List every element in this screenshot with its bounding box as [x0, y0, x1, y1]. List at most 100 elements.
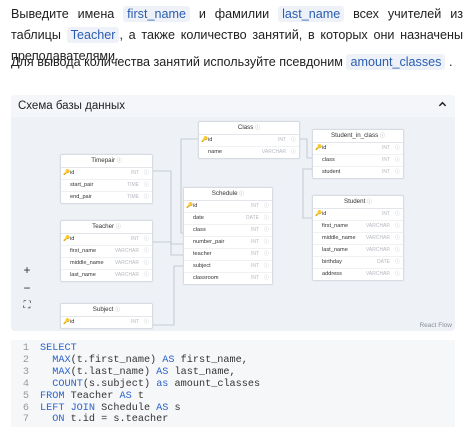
table-row: 🔑 id INT ⓘ — [61, 317, 152, 328]
schema-canvas[interactable]: Class ⓘ 🔑 id INT ⓘ name VARCHAR ⓘ Student_in_… — [11, 117, 455, 331]
table-row: teacher INT ⓘ — [184, 249, 272, 261]
task-text: и фамилии — [198, 7, 270, 21]
table-row: first_name VARCHAR ⓘ — [313, 221, 403, 233]
table-row: 🔑 id INT ⓘ — [199, 135, 299, 147]
table-row: start_pair TIME ⓘ — [61, 180, 152, 192]
line-number: 4 — [22, 378, 29, 390]
code-line[interactable]: SELECT — [40, 343, 77, 354]
key-icon: 🔑 — [201, 137, 208, 143]
task-text: Выведите имена — [11, 7, 115, 21]
sql-keyword: AS — [156, 402, 169, 414]
table-row: class INT ⓘ — [184, 225, 272, 237]
edge-class-student-in-class — [299, 138, 313, 159]
table-row: student INT ⓘ — [322, 169, 400, 175]
line-number: 2 — [22, 354, 29, 366]
table-row: subject INT ⓘ — [184, 261, 272, 273]
table-schedule[interactable]: Schedule ⓘ 🔑 id INT ⓘ date DATE ⓘ class INT ⓘ n… — [183, 187, 273, 285]
chevron-up-icon[interactable] — [438, 95, 447, 117]
sql-keyword: AS — [162, 354, 175, 366]
table-row: classroom INT ⓘ — [193, 275, 269, 281]
task-paragraph-2: Для вывода количества занятий используйт… — [11, 52, 463, 72]
line-number: 6 — [22, 402, 29, 414]
code-line[interactable]: COUNT(s.subject) as amount_classes — [40, 379, 260, 390]
sql-text: t — [131, 390, 144, 402]
sql-keyword: SELECT — [40, 343, 77, 354]
schema-title: Схема базы данных — [18, 100, 125, 112]
table-row: 🔑 id INT ⓘ — [313, 209, 403, 221]
code-line[interactable]: LEFT JOIN Schedule AS s — [40, 403, 181, 414]
sql-text: (t.last_name) — [70, 366, 157, 378]
key-icon: 🔑 — [315, 211, 322, 217]
sql-keyword: AS — [156, 366, 169, 378]
table-title: Student_in_class ⓘ — [313, 130, 403, 143]
table-title: Timepair ⓘ — [61, 155, 152, 168]
line-number: 1 — [22, 343, 29, 354]
sql-keyword: as — [156, 378, 169, 390]
code-line[interactable]: ON t.id = s.teacher — [40, 414, 168, 425]
line-number: 7 — [22, 414, 29, 426]
code-line[interactable]: MAX(t.first_name) AS first_name, — [40, 355, 248, 366]
table-row: 🔑 id INT ⓘ — [61, 168, 152, 180]
zoom-in-button[interactable]: + — [20, 263, 34, 277]
table-row: date DATE ⓘ — [184, 213, 272, 225]
fit-view-button[interactable]: ⛶ — [20, 299, 34, 313]
sql-code-editor[interactable]: 1 SELECT 2 MAX(t.first_name) AS first_name… — [11, 340, 455, 427]
key-icon: 🔑 — [63, 236, 70, 242]
zoom-out-button[interactable]: − — [20, 281, 34, 295]
sql-text: (t.first_name) — [70, 354, 163, 366]
table-title: Schedule ⓘ — [184, 188, 272, 201]
code-line[interactable]: MAX(t.last_name) AS last_name, — [40, 366, 235, 378]
sql-text: t.id = s.teacher — [64, 414, 169, 426]
sql-keyword: MAX — [52, 366, 71, 378]
code-line[interactable]: FROM Teacher AS t — [40, 391, 144, 402]
table-row: middle_name VARCHAR ⓘ — [313, 233, 403, 245]
table-row: last_name VARCHAR ⓘ — [313, 245, 403, 257]
key-icon: 🔑 — [315, 145, 322, 151]
table-row: middle_name VARCHAR ⓘ — [61, 258, 152, 270]
key-icon: 🔑 — [63, 319, 70, 325]
sql-keyword: ON — [52, 414, 65, 426]
inline-code-amount-classes: amount_classes — [346, 54, 446, 70]
task-text: Для вывода количества занятий используйт… — [11, 55, 343, 69]
sql-text: amount_classes — [168, 378, 261, 390]
table-title: Subject ⓘ — [61, 304, 152, 317]
table-row: class INT ⓘ — [313, 155, 403, 167]
table-subject[interactable]: Subject ⓘ 🔑 id INT ⓘ — [60, 303, 153, 329]
sql-keyword: MAX — [52, 354, 71, 366]
table-student-in-class[interactable]: Student_in_class ⓘ 🔑 id INT ⓘ class INT ⓘ stu… — [312, 129, 404, 179]
sql-text: (s.subject) — [82, 378, 157, 390]
sql-text: s — [168, 402, 181, 414]
table-row: birthday DATE ⓘ — [313, 257, 403, 269]
table-teacher[interactable]: Teacher ⓘ 🔑 id INT ⓘ first_name VARCHAR ⓘ mid… — [60, 220, 153, 282]
table-title: Class ⓘ — [199, 122, 299, 135]
table-row: address VARCHAR ⓘ — [322, 271, 400, 277]
table-row: 🔑 id INT ⓘ — [184, 201, 272, 213]
line-number: 3 — [22, 366, 29, 378]
sql-keyword: FROM — [40, 390, 65, 402]
table-timepair[interactable]: Timepair ⓘ 🔑 id INT ⓘ start_pair TIME ⓘ end_p… — [60, 154, 153, 204]
table-title: Student ⓘ — [313, 196, 403, 209]
schema-header[interactable]: Схема базы данных — [11, 95, 455, 117]
sql-text: Schedule — [95, 402, 157, 414]
task-text: . — [448, 55, 453, 69]
inline-code-first-name: first_name — [123, 6, 190, 22]
table-row: end_pair TIME ⓘ — [70, 194, 149, 200]
react-flow-attribution[interactable]: React Flow — [419, 322, 452, 329]
line-number: 5 — [22, 390, 29, 402]
inline-code-teacher: Teacher — [66, 27, 120, 43]
sql-keyword: AS — [119, 390, 132, 402]
key-icon: 🔑 — [63, 170, 70, 176]
table-row: last_name VARCHAR ⓘ — [70, 272, 149, 278]
inline-code-last-name: last_name — [278, 6, 345, 22]
table-student[interactable]: Student ⓘ 🔑 id INT ⓘ first_name VARCHAR ⓘ mid… — [312, 195, 404, 281]
key-icon: 🔑 — [186, 203, 193, 209]
table-row: name VARCHAR ⓘ — [208, 149, 296, 155]
table-row: number_pair INT ⓘ — [184, 237, 272, 249]
table-class[interactable]: Class ⓘ 🔑 id INT ⓘ name VARCHAR ⓘ — [198, 121, 300, 159]
table-row: 🔑 id INT ⓘ — [313, 143, 403, 155]
sql-keyword: COUNT — [52, 378, 83, 390]
